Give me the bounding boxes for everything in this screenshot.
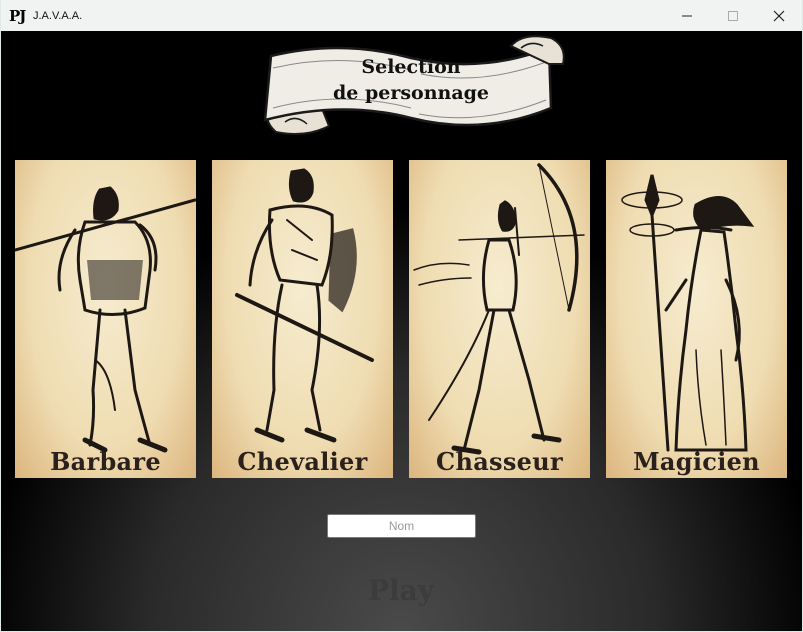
wizard-icon (621, 174, 755, 452)
character-card-magicien[interactable]: Magicien (606, 160, 787, 478)
banner-title-line1: Selection (361, 56, 461, 78)
minimize-icon (682, 15, 692, 16)
app-logo: PJ (9, 6, 26, 25)
character-label: Chevalier (237, 447, 368, 476)
close-button[interactable] (756, 0, 802, 31)
maximize-button[interactable] (710, 0, 756, 31)
close-icon (773, 10, 785, 21)
character-card-barbare[interactable]: Barbare (15, 160, 196, 478)
banner-title-line2: de personnage (332, 82, 490, 104)
play-button[interactable]: Play (301, 574, 501, 607)
app-window: PJ J.A.V.A.A. Selection de personnage Ba… (1, 0, 802, 631)
character-label: Barbare (50, 447, 161, 476)
window-title: J.A.V.A.A. (33, 9, 83, 22)
character-label: Chasseur (436, 447, 563, 476)
character-label: Magicien (633, 447, 760, 476)
minimize-button[interactable] (664, 0, 710, 31)
title-bar[interactable]: PJ J.A.V.A.A. (1, 0, 802, 31)
name-input[interactable] (327, 514, 476, 538)
maximize-icon (728, 10, 738, 21)
barbarian-icon (15, 186, 196, 453)
character-card-chasseur[interactable]: Chasseur (409, 160, 590, 478)
character-card-chevalier[interactable]: Chevalier (212, 160, 393, 478)
character-selection-screen: Selection de personnage Barbare Chevalie… (1, 31, 802, 631)
archer-icon (413, 163, 585, 455)
knight-icon (235, 168, 374, 443)
title-banner: Selection de personnage (251, 34, 569, 138)
